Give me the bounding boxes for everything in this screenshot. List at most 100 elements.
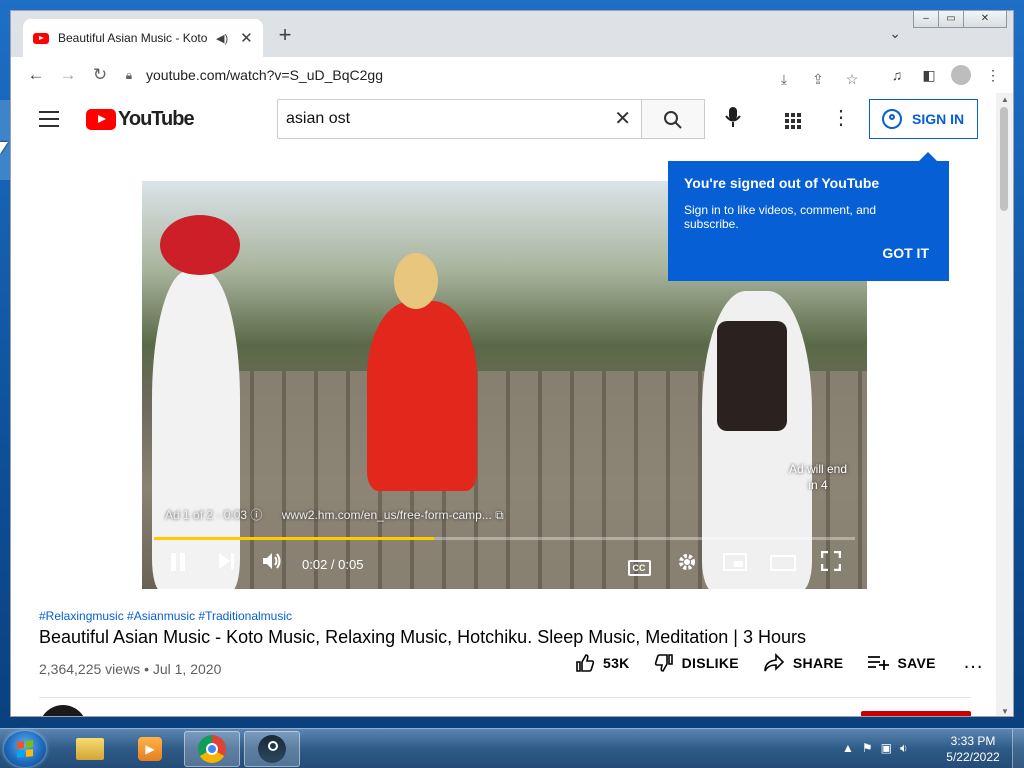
url-text[interactable]: youtube.com/watch?v=S_uD_BqC2gg: [146, 67, 383, 83]
voice-search-button[interactable]: [721, 105, 745, 133]
settings-more-icon[interactable]: ⋮: [829, 107, 853, 131]
media-player-icon: ▶: [138, 737, 162, 761]
address-bar[interactable]: 🔒︎ youtube.com/watch?v=S_uD_BqC2gg ⤓ ⇪ ☆: [122, 61, 878, 89]
profile-avatar-icon[interactable]: [949, 61, 973, 89]
tab-close-icon[interactable]: ✕: [240, 29, 253, 47]
hashtags[interactable]: #Relaxingmusic #Asianmusic #Traditionalm…: [39, 609, 292, 623]
pause-icon: [171, 553, 185, 571]
like-count: 53K: [603, 654, 630, 671]
gear-icon: [679, 554, 695, 570]
windows-logo-icon: [17, 740, 33, 758]
sign-in-label: SIGN IN: [912, 111, 965, 127]
scroll-thumb[interactable]: [1000, 107, 1008, 211]
miniplayer-button[interactable]: [722, 551, 748, 579]
thumbs-up-icon: [576, 653, 595, 672]
back-button[interactable]: ←: [20, 65, 52, 85]
clear-search-icon[interactable]: ✕: [614, 100, 631, 138]
progress-bar[interactable]: [154, 537, 855, 540]
media-control-icon[interactable]: ♫: [885, 61, 909, 89]
youtube-wordmark: YouTube: [118, 108, 195, 130]
taskbar-explorer[interactable]: [62, 731, 118, 767]
tab-active[interactable]: Beautiful Asian Music - Koto ◀) ✕: [23, 19, 263, 57]
taskbar-chrome[interactable]: [184, 731, 240, 767]
maximize-button[interactable]: ▭: [938, 11, 964, 28]
hamburger-menu-icon[interactable]: [39, 111, 59, 127]
taskbar-steam[interactable]: [244, 731, 300, 767]
like-button[interactable]: 53K: [575, 653, 630, 673]
tooltip-body: Sign in to like videos, comment, and sub…: [684, 203, 877, 231]
dislike-button[interactable]: DISLIKE: [654, 653, 739, 673]
next-button[interactable]: [214, 551, 238, 579]
speaker-icon[interactable]: ◀): [216, 32, 228, 45]
theater-mode-button[interactable]: [770, 551, 796, 579]
account-circle-icon: [882, 109, 902, 129]
sign-in-button[interactable]: SIGN IN: [869, 99, 978, 139]
side-panel-icon[interactable]: ◧: [917, 61, 941, 89]
tab-title: Beautiful Asian Music - Koto: [58, 31, 208, 45]
action-center-icon[interactable]: ⚑: [862, 733, 873, 763]
subtitles-button[interactable]: CC: [626, 551, 652, 579]
player-controls: 0:02 / 0:05 CC: [142, 541, 867, 589]
scroll-up-arrow-icon[interactable]: ▲: [1001, 95, 1009, 104]
new-tab-button[interactable]: +: [273, 23, 297, 47]
chrome-icon: [198, 735, 226, 763]
reload-button[interactable]: ↻: [84, 65, 116, 85]
install-app-icon[interactable]: ⤓: [772, 65, 796, 93]
volume-icon: [263, 553, 281, 569]
youtube-header: YouTube asian ost ✕ ⋮ SIGN IN: [11, 93, 997, 149]
ad-label: Ad 1 of 2 · 0:03: [165, 508, 248, 522]
apps-grid-icon[interactable]: [781, 109, 805, 133]
search-button[interactable]: [641, 99, 705, 139]
page-scrollbar[interactable]: ▲ ▼: [996, 93, 1013, 716]
woman-head: [394, 253, 438, 309]
subscribe-button[interactable]: [861, 711, 971, 716]
start-button[interactable]: [4, 731, 46, 767]
share-page-icon[interactable]: ⇪: [806, 65, 830, 93]
window-controls: ‒ ▭ ✕: [913, 11, 1007, 28]
browser-toolbar: ← → ↻ 🔒︎ youtube.com/watch?v=S_uD_BqC2gg…: [11, 57, 1013, 93]
taskbar-media-player[interactable]: ▶: [122, 731, 178, 767]
clock[interactable]: 3:33 PM 5/22/2022: [940, 733, 1006, 765]
network-icon[interactable]: ▣: [881, 733, 892, 763]
cc-icon: CC: [627, 560, 651, 576]
channel-avatar[interactable]: [39, 705, 87, 716]
minimize-button[interactable]: ‒: [913, 11, 939, 28]
search-query[interactable]: asian ost: [286, 110, 350, 127]
fullscreen-button[interactable]: [818, 550, 844, 579]
settings-button[interactable]: [674, 551, 700, 579]
close-window-button[interactable]: ✕: [963, 11, 1007, 28]
ad-info-icon[interactable]: ⓘ: [250, 508, 262, 522]
external-link-icon[interactable]: ⧉: [495, 508, 504, 522]
pause-button[interactable]: [166, 551, 190, 579]
waiter-vest: [717, 321, 787, 431]
bookmark-star-icon[interactable]: ☆: [840, 65, 864, 93]
mouse-cursor-icon: [0, 142, 8, 154]
thumbs-down-icon: [654, 653, 673, 672]
volume-button[interactable]: [260, 551, 284, 579]
forward-button[interactable]: →: [52, 65, 84, 85]
ad-url-link[interactable]: www2.hm.com/en_us/free-form-camp...: [282, 508, 492, 522]
share-button[interactable]: SHARE: [763, 652, 844, 673]
got-it-button[interactable]: GOT IT: [882, 245, 929, 261]
volume-tray-icon[interactable]: 🔉︎: [900, 733, 908, 763]
scroll-down-arrow-icon[interactable]: ▼: [1001, 707, 1009, 716]
menu-kebab-icon[interactable]: ⋮: [981, 61, 1005, 89]
ad-info: Ad 1 of 2 · 0:03 ⓘ www2.hm.com/en_us/fre…: [165, 506, 504, 523]
youtube-page: YouTube asian ost ✕ ⋮ SIGN IN Ad will en…: [11, 93, 997, 716]
steam-icon: [258, 735, 286, 763]
lock-icon[interactable]: 🔒︎: [122, 68, 136, 83]
video-actions: 53K DISLIKE SHARE SAVE ...: [575, 651, 983, 674]
desktop-icon-edge[interactable]: [0, 100, 10, 180]
ad-countdown-line-1: Ad will end: [788, 462, 847, 476]
show-desktop-button[interactable]: [1012, 729, 1024, 768]
tray-overflow-icon[interactable]: ▲: [842, 733, 854, 763]
search-input[interactable]: asian ost ✕: [277, 99, 642, 139]
omnibox-actions: ⤓ ⇪ ☆: [772, 65, 864, 93]
clock-date: 5/22/2022: [946, 750, 1000, 764]
tab-search-icon[interactable]: ⌄: [889, 25, 901, 42]
youtube-logo[interactable]: YouTube: [86, 108, 195, 131]
save-button[interactable]: SAVE: [867, 654, 935, 672]
more-actions-icon[interactable]: ...: [964, 651, 984, 674]
time-display: 0:02 / 0:05: [302, 557, 364, 572]
search-icon: [664, 111, 682, 129]
